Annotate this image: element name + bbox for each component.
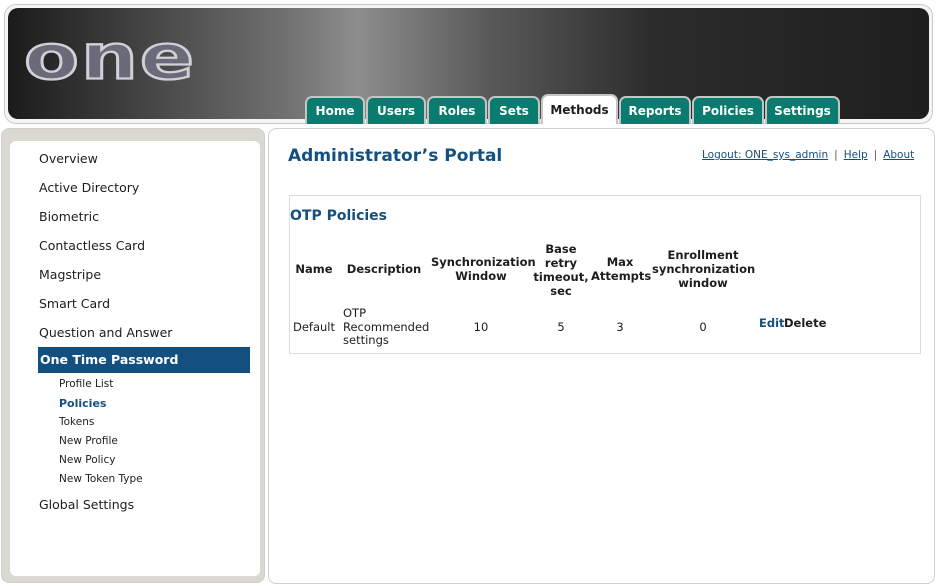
- cell-description-line: settings: [343, 333, 389, 347]
- column-header-base-retry-line: timeout,: [533, 270, 589, 284]
- sidebar-subitem-policies[interactable]: Policies: [59, 397, 106, 410]
- column-header-base-retry-line: retry: [544, 256, 578, 270]
- sidebar-item-active-directory[interactable]: Active Directory: [39, 180, 139, 195]
- panel-title: OTP Policies: [290, 208, 387, 224]
- top-links: Logout: ONE_sys_admin | Help | About: [702, 149, 914, 161]
- tab-policies[interactable]: Policies: [692, 96, 764, 124]
- column-header-enrollment-window-line: synchronization: [652, 262, 756, 276]
- sidebar-item-magstripe[interactable]: Magstripe: [39, 267, 101, 282]
- tab-roles[interactable]: Roles: [427, 96, 487, 124]
- cell-description: OTP Recommended settings: [343, 306, 433, 348]
- sidebar-item-global-settings[interactable]: Global Settings: [39, 497, 134, 512]
- cell-max-attempts: 3: [616, 320, 624, 334]
- column-header-max-attempts-line: Attempts: [591, 269, 652, 283]
- sidebar: Overview Active Directory Biometric Cont…: [10, 141, 260, 576]
- sidebar-subitem-new-token-type[interactable]: New Token Type: [59, 473, 143, 485]
- column-header-enrollment-window-line: Enrollment: [667, 248, 739, 262]
- column-header-max-attempts-line: Max: [606, 255, 634, 269]
- one-logo: one: [22, 20, 197, 94]
- cell-base-retry: 5: [557, 320, 565, 334]
- column-header-base-retry-line: Base: [545, 242, 577, 256]
- page-title: Administrator’s Portal: [288, 146, 503, 166]
- column-header-base-retry-line: sec: [550, 284, 572, 298]
- column-header-enrollment-window: Enrollment synchronization window: [652, 248, 756, 290]
- tab-settings[interactable]: Settings: [765, 96, 840, 124]
- sidebar-subitem-new-profile[interactable]: New Profile: [59, 435, 118, 447]
- column-header-enrollment-window-line: window: [678, 276, 728, 290]
- sidebar-subitem-tokens[interactable]: Tokens: [59, 416, 94, 428]
- sidebar-item-one-time-password[interactable]: One Time Password: [38, 347, 250, 373]
- tab-reports[interactable]: Reports: [619, 96, 691, 124]
- sidebar-subitem-new-policy[interactable]: New Policy: [59, 454, 115, 466]
- tab-sets[interactable]: Sets: [488, 96, 540, 124]
- tab-methods[interactable]: Methods: [541, 94, 618, 124]
- column-header-sync-window-line: Window: [455, 269, 507, 283]
- cell-sync-window: 10: [473, 320, 489, 334]
- cell-name: Default: [292, 320, 336, 334]
- tab-users[interactable]: Users: [366, 96, 426, 124]
- sidebar-frame: Overview Active Directory Biometric Cont…: [1, 128, 265, 583]
- column-header-sync-window: Synchronization Window: [431, 255, 536, 283]
- logout-link[interactable]: Logout: ONE_sys_admin: [702, 149, 828, 161]
- help-link[interactable]: Help: [844, 149, 868, 161]
- delete-link[interactable]: Delete: [784, 316, 826, 330]
- main-tabs: Home Users Roles Sets Methods Reports Po…: [305, 94, 841, 126]
- edit-link[interactable]: Edit: [759, 316, 785, 330]
- column-header-sync-window-line: Synchronization: [431, 255, 536, 269]
- cell-enrollment-window: 0: [699, 320, 707, 334]
- column-header-max-attempts: Max Attempts: [591, 255, 652, 283]
- column-header-base-retry: Base retry timeout, sec: [533, 242, 589, 298]
- sidebar-subitem-profile-list[interactable]: Profile List: [59, 378, 113, 390]
- sidebar-item-biometric[interactable]: Biometric: [39, 209, 99, 224]
- column-header-description: Description: [346, 262, 422, 276]
- cell-description-line: Recommended: [343, 319, 430, 334]
- sidebar-item-smart-card[interactable]: Smart Card: [39, 296, 110, 311]
- link-separator: |: [873, 149, 878, 161]
- sidebar-item-contactless-card[interactable]: Contactless Card: [39, 238, 145, 253]
- column-header-name: Name: [295, 262, 333, 276]
- link-separator: |: [834, 149, 838, 161]
- sidebar-item-overview[interactable]: Overview: [39, 151, 98, 166]
- about-link[interactable]: About: [883, 149, 914, 161]
- cell-description-line: OTP: [343, 306, 367, 320]
- tab-home[interactable]: Home: [305, 96, 365, 124]
- sidebar-item-question-and-answer[interactable]: Question and Answer: [39, 325, 172, 340]
